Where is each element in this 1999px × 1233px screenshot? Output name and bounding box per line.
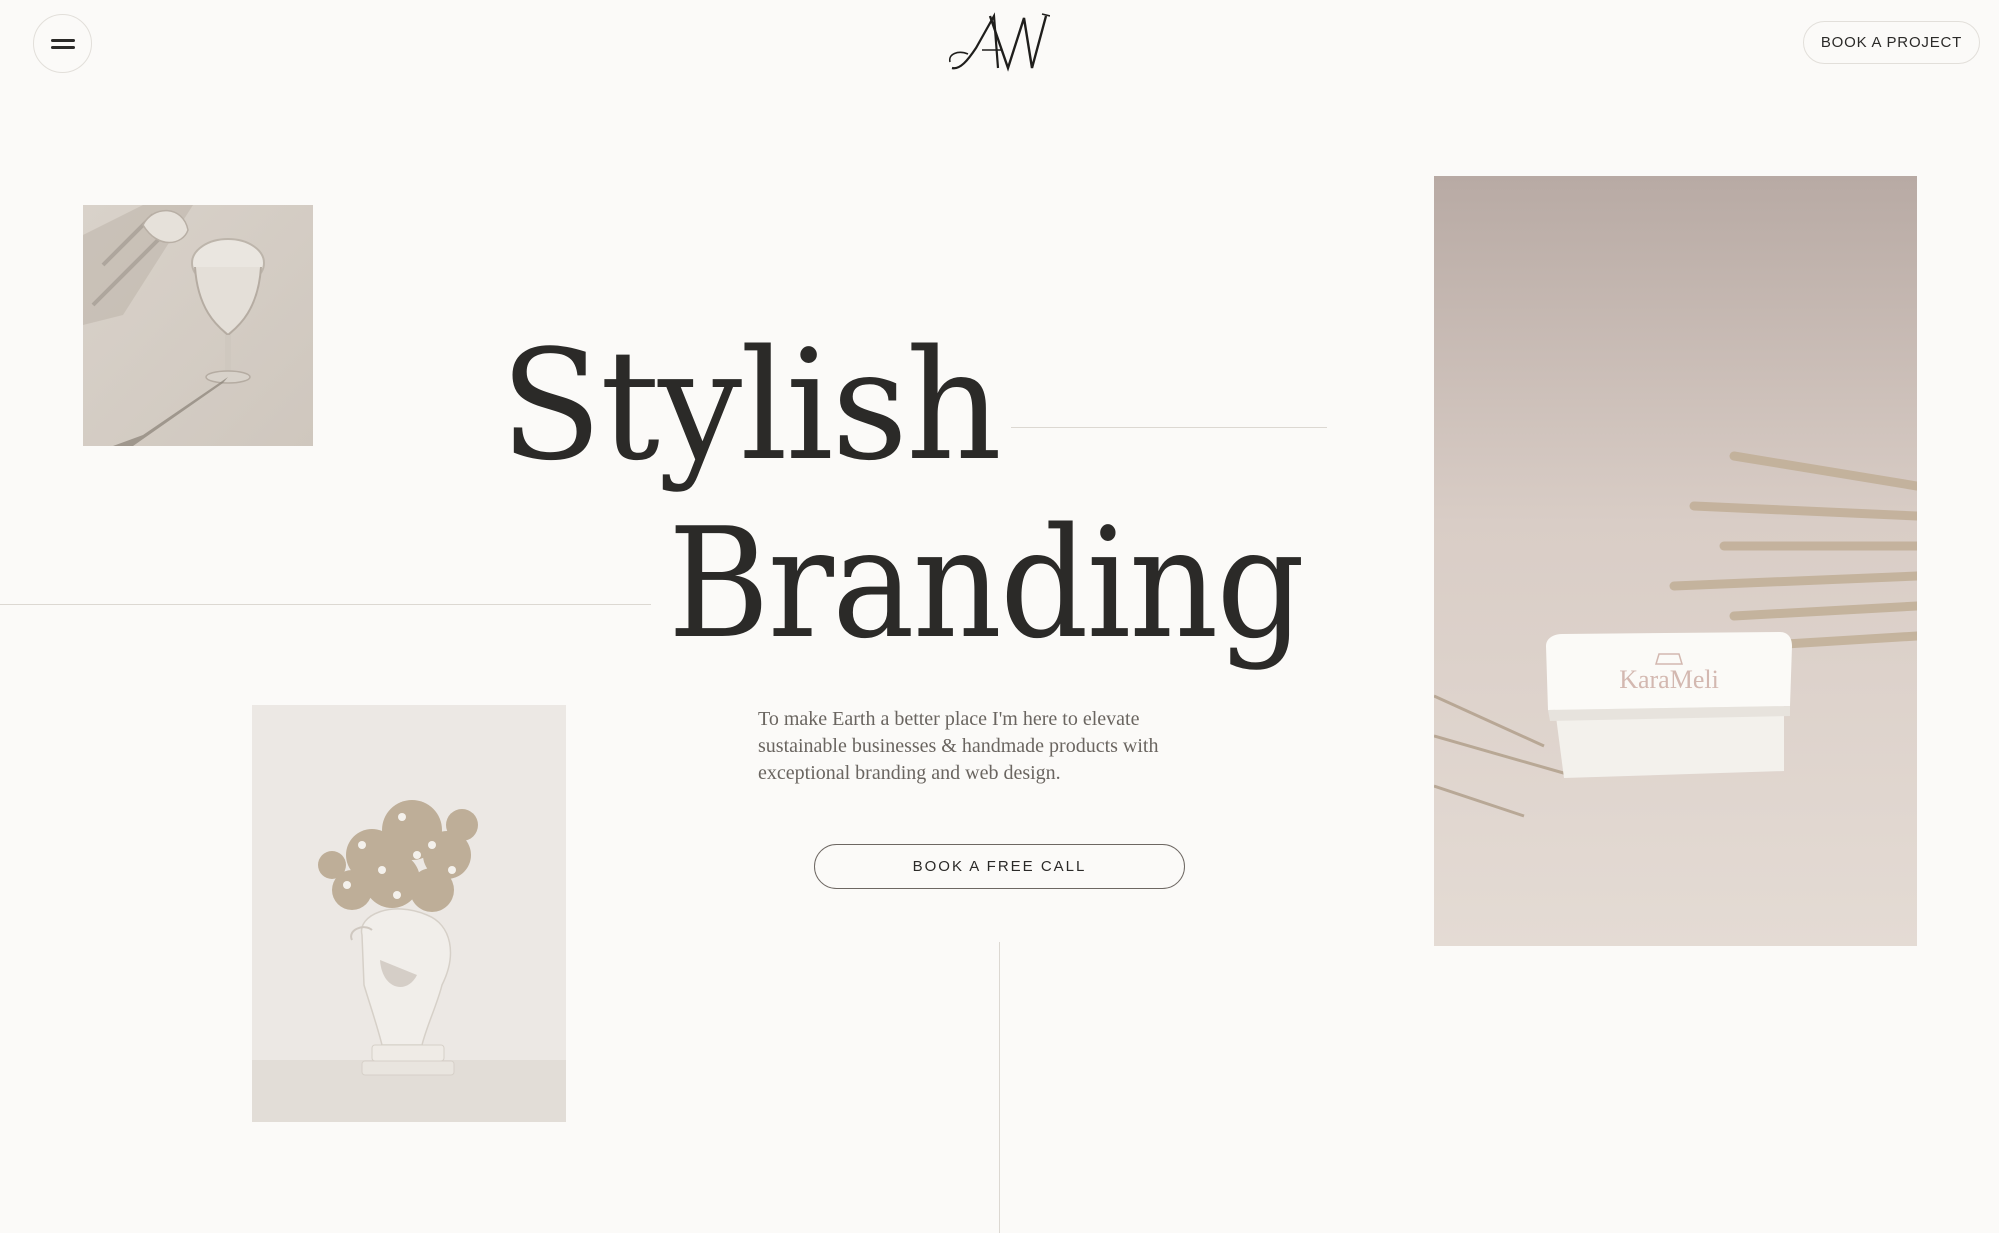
- hamburger-menu-icon: [50, 38, 75, 49]
- headline-line-2: Branding: [668, 495, 1305, 672]
- glass-photo: [83, 205, 313, 446]
- book-free-call-button[interactable]: BOOK A FREE CALL: [814, 844, 1185, 889]
- vase-flowers-photo: [252, 705, 566, 1122]
- intro-text: To make Earth a better place I'm here to…: [758, 708, 1159, 784]
- menu-button[interactable]: [33, 14, 92, 73]
- decorative-line-left: [0, 604, 651, 605]
- box-brand-label: KaraMeli: [1619, 665, 1719, 694]
- book-project-button[interactable]: BOOK A PROJECT: [1803, 21, 1980, 64]
- decorative-vertical-line: [999, 942, 1000, 1233]
- aw-monogram-icon: [948, 12, 1051, 72]
- landing-page: BOOK A PROJECT KaraMeli Stylish Branding…: [0, 0, 1999, 1233]
- jewelry-box-photo: KaraMeli: [1434, 176, 1917, 946]
- headline-line-1: Stylish: [500, 317, 1002, 494]
- logo[interactable]: [946, 10, 1051, 74]
- decorative-line-right: [1011, 427, 1327, 428]
